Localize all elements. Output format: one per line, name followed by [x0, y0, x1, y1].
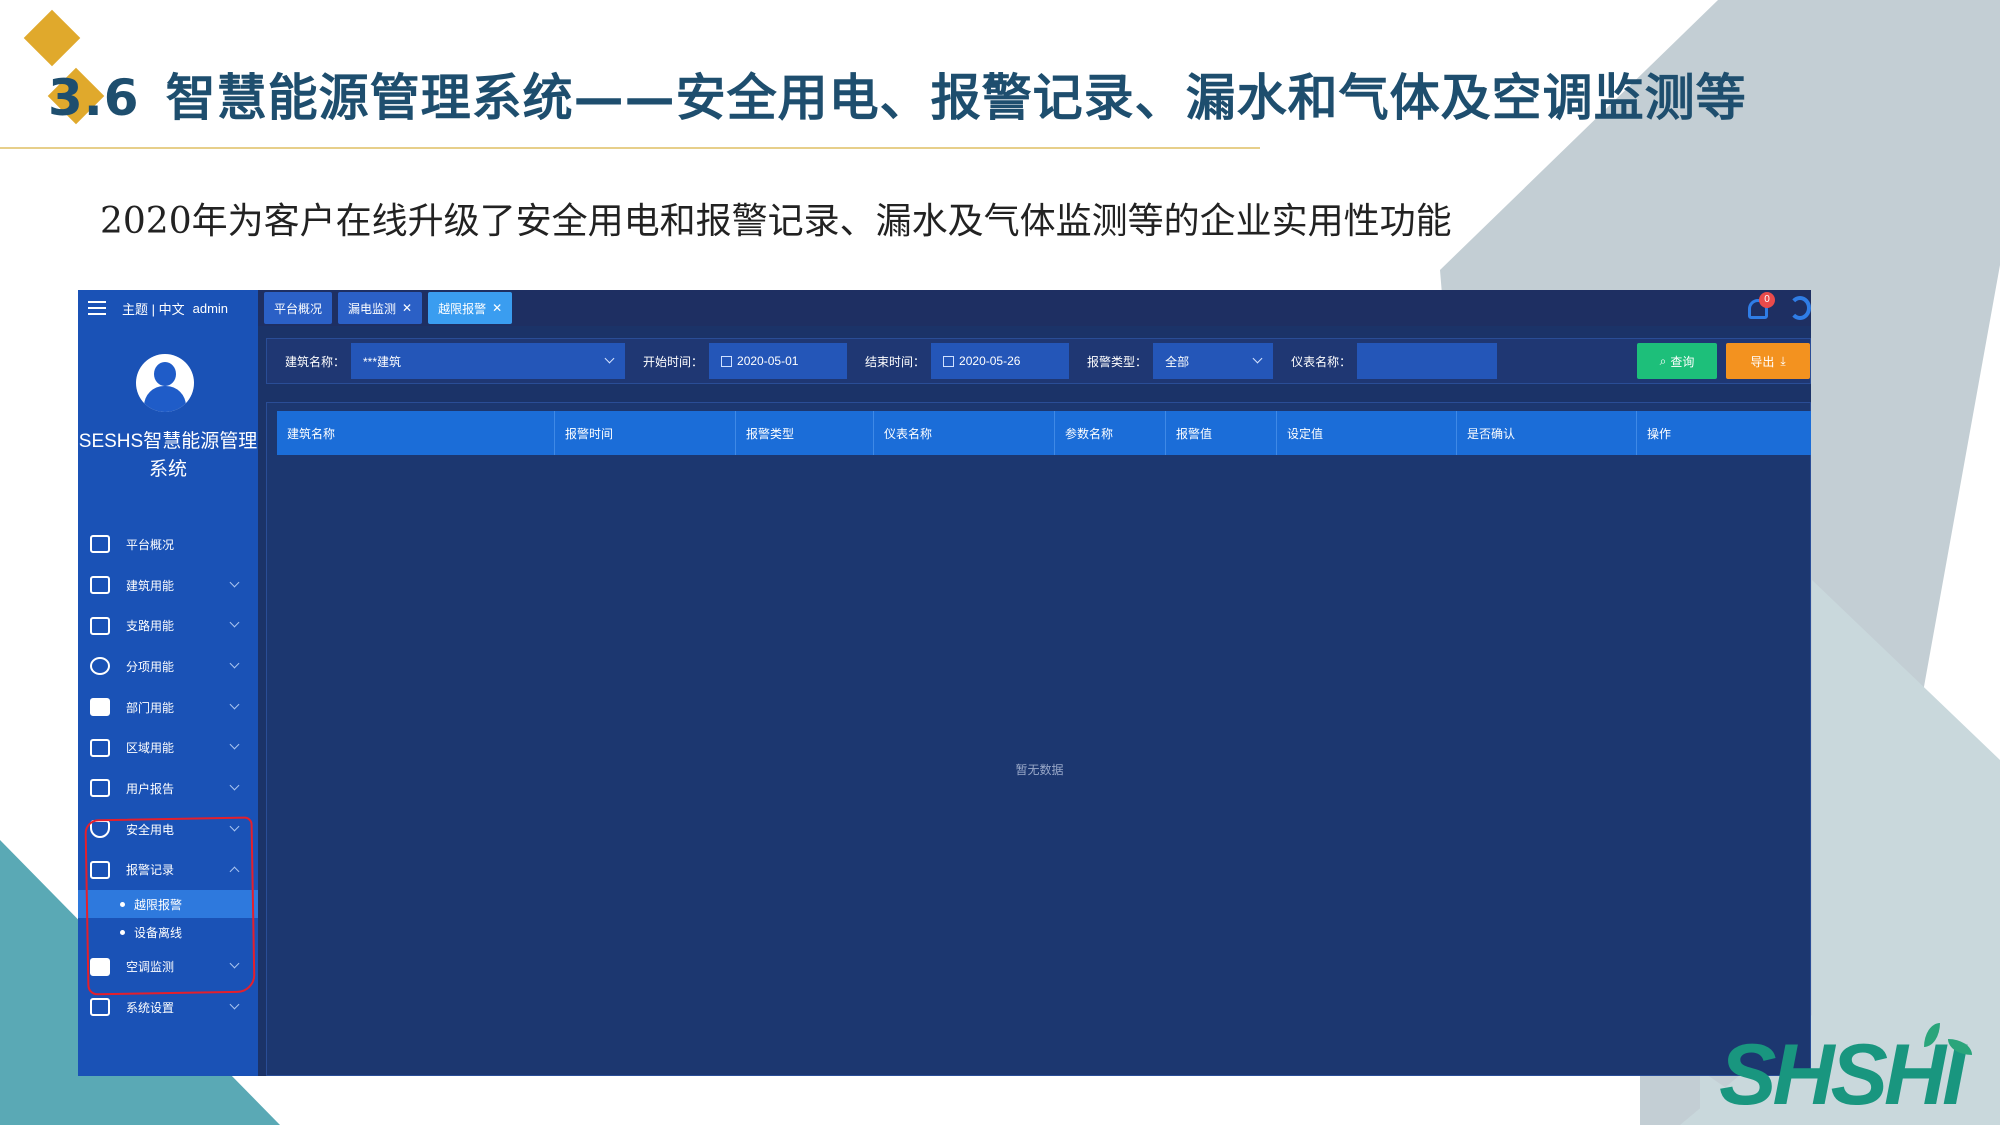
table-header: 建筑名称 报警时间 报警类型 仪表名称 参数名称 报警值 设定值 是否确认 操作	[277, 411, 1811, 455]
sidebar-top: 主题 | 中文 admin	[78, 290, 258, 326]
empty-state-text: 暂无数据	[1015, 763, 1064, 777]
close-icon[interactable]: ✕	[492, 301, 502, 315]
compass-icon	[90, 657, 110, 676]
chevron-down-icon	[229, 699, 240, 710]
nav-label: 分项用能	[126, 659, 175, 674]
nav-item-itemized[interactable]: 分项用能	[78, 646, 258, 687]
query-label: 查询	[1670, 354, 1695, 369]
nav-item-department[interactable]: 部门用能	[78, 687, 258, 728]
end-time-value: 2020-05-26	[959, 354, 1021, 368]
chevron-down-icon	[229, 577, 240, 588]
building-value: ***建筑	[363, 354, 402, 369]
branch-icon	[90, 616, 110, 635]
nav-label: 系统设置	[126, 1000, 175, 1015]
nav-item-report[interactable]: 用户报告	[78, 768, 258, 809]
notification-bell-icon[interactable]: 0	[1745, 292, 1775, 322]
avatar	[136, 354, 194, 412]
title-divider	[0, 147, 1260, 149]
column-header[interactable]: 建筑名称	[277, 411, 555, 455]
settings-icon	[90, 998, 110, 1017]
tab-platform[interactable]: 平台概况	[264, 292, 333, 324]
alarm-type-value: 全部	[1165, 354, 1190, 369]
tab-label: 漏电监测	[348, 301, 397, 316]
nav-item-branch[interactable]: 支路用能	[78, 605, 258, 646]
red-highlight-annotation	[84, 816, 256, 996]
calendar-icon	[943, 355, 955, 367]
alarm-type-select[interactable]: 全部	[1153, 343, 1274, 379]
start-time-value: 2020-05-01	[737, 354, 799, 368]
edit-icon	[90, 779, 110, 798]
building-icon	[90, 576, 110, 595]
alarm-table: 建筑名称 报警时间 报警类型 仪表名称 参数名称 报警值 设定值 是否确认 操作…	[266, 402, 1811, 1076]
refresh-icon[interactable]	[1789, 296, 1811, 320]
column-header[interactable]: 报警值	[1166, 411, 1277, 455]
slide-subtitle: 2020年为客户在线升级了安全用电和报警记录、漏水及气体监测等的企业实用性功能	[100, 201, 1452, 242]
column-header[interactable]: 是否确认	[1457, 411, 1637, 455]
nav-label: 用户报告	[126, 781, 175, 796]
app-screenshot: 主题 | 中文 admin SESHS智慧能源管理系统 平台概况 建筑用能 支路…	[78, 290, 1811, 1076]
chevron-down-icon	[229, 658, 240, 669]
column-header[interactable]: 操作	[1637, 411, 1811, 455]
nav-item-building[interactable]: 建筑用能	[78, 565, 258, 606]
folder-icon	[90, 698, 110, 717]
chevron-down-icon	[229, 999, 240, 1010]
building-label: 建筑名称：	[285, 354, 346, 369]
nav-label: 平台概况	[126, 537, 175, 552]
tab-label: 越限报警	[438, 301, 487, 316]
building-select[interactable]: ***建筑	[351, 343, 626, 379]
export-label: 导出	[1750, 354, 1775, 369]
chevron-down-icon	[604, 353, 615, 364]
slide-title: 3.6 智慧能源管理系统——安全用电、报警记录、漏水和气体及空调监测等	[48, 58, 1747, 130]
tab-bar: 平台概况 漏电监测 ✕ 越限报警 ✕ 0	[258, 290, 1811, 326]
query-button[interactable]: ⌕ 查询	[1637, 343, 1717, 379]
nav-label: 部门用能	[126, 700, 175, 715]
download-icon: ⤓	[1780, 353, 1786, 368]
start-time-input[interactable]: 2020-05-01	[709, 343, 848, 379]
export-button[interactable]: 导出 ⤓	[1726, 343, 1810, 379]
close-icon[interactable]: ✕	[402, 301, 412, 315]
theme-lang-switch[interactable]: 主题 | 中文	[122, 299, 185, 318]
monitor-icon	[90, 535, 110, 554]
tab-leakage[interactable]: 漏电监测 ✕	[338, 292, 423, 324]
tab-label: 平台概况	[274, 301, 323, 316]
notification-badge: 0	[1759, 292, 1775, 308]
calendar-icon	[721, 355, 733, 367]
nav-label: 区域用能	[126, 741, 175, 756]
nav-item-platform[interactable]: 平台概况	[78, 524, 258, 565]
slide-number: 3.6	[48, 69, 140, 127]
slide: 3.6 智慧能源管理系统——安全用电、报警记录、漏水和气体及空调监测等 2020年…	[0, 0, 2000, 1125]
slide-title-text: 智慧能源管理系统——安全用电、报警记录、漏水和气体及空调监测等	[165, 69, 1747, 127]
search-icon: ⌕	[1659, 353, 1667, 368]
end-time-label: 结束时间：	[865, 354, 926, 369]
system-name: SESHS智慧能源管理系统	[78, 431, 258, 480]
column-header[interactable]: 设定值	[1277, 411, 1457, 455]
column-header[interactable]: 仪表名称	[874, 411, 1055, 455]
column-header[interactable]: 参数名称	[1055, 411, 1166, 455]
user-menu[interactable]: admin	[193, 301, 228, 316]
chevron-down-icon	[229, 780, 240, 791]
nav-label: 支路用能	[126, 619, 175, 634]
sidebar: 主题 | 中文 admin SESHS智慧能源管理系统 平台概况 建筑用能 支路…	[78, 290, 258, 1076]
end-time-input[interactable]: 2020-05-26	[931, 343, 1070, 379]
region-icon	[90, 738, 110, 757]
chevron-down-icon	[1252, 353, 1263, 364]
filter-bar: 建筑名称： ***建筑 开始时间： 2020-05-01 结束时间： 2020-…	[266, 338, 1811, 384]
menu-icon[interactable]	[88, 301, 106, 315]
meter-name-input[interactable]	[1357, 343, 1498, 379]
nav-item-region[interactable]: 区域用能	[78, 727, 258, 768]
start-time-label: 开始时间：	[643, 354, 704, 369]
chevron-down-icon	[229, 739, 240, 750]
alarm-type-label: 报警类型：	[1087, 354, 1148, 369]
column-header[interactable]: 报警时间	[555, 411, 736, 455]
column-header[interactable]: 报警类型	[736, 411, 874, 455]
nav-label: 建筑用能	[126, 578, 175, 593]
meter-name-label: 仪表名称：	[1291, 354, 1352, 369]
chevron-down-icon	[229, 617, 240, 628]
tab-overlimit[interactable]: 越限报警 ✕	[428, 292, 513, 324]
